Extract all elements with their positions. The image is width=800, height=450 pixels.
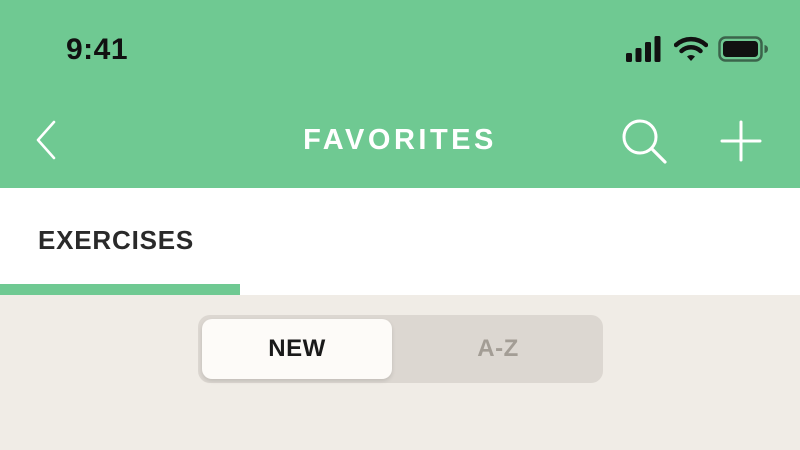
active-tab-indicator (0, 284, 240, 295)
sort-segmented-control: NEW A-Z (198, 315, 603, 383)
status-time: 9:41 (66, 33, 129, 66)
add-button[interactable] (718, 118, 764, 164)
sort-new-button[interactable]: NEW (202, 319, 392, 379)
cellular-signal-icon (626, 36, 661, 62)
page-title: FAVORITES (303, 124, 497, 156)
battery-icon (718, 36, 768, 62)
chevron-left-icon (36, 120, 56, 160)
plus-icon (720, 120, 762, 162)
tab-bar: EXERCISES (0, 188, 800, 295)
search-button[interactable] (618, 115, 670, 167)
back-button[interactable] (30, 118, 64, 162)
status-icons (624, 36, 774, 64)
search-icon (622, 119, 667, 164)
app-header: 9:41 FAVORITES (0, 0, 800, 188)
wifi-icon (674, 36, 708, 61)
tab-exercises[interactable]: EXERCISES (0, 188, 240, 295)
sort-a-z-button[interactable]: A-Z (398, 319, 598, 379)
tab-label: EXERCISES (38, 225, 195, 255)
